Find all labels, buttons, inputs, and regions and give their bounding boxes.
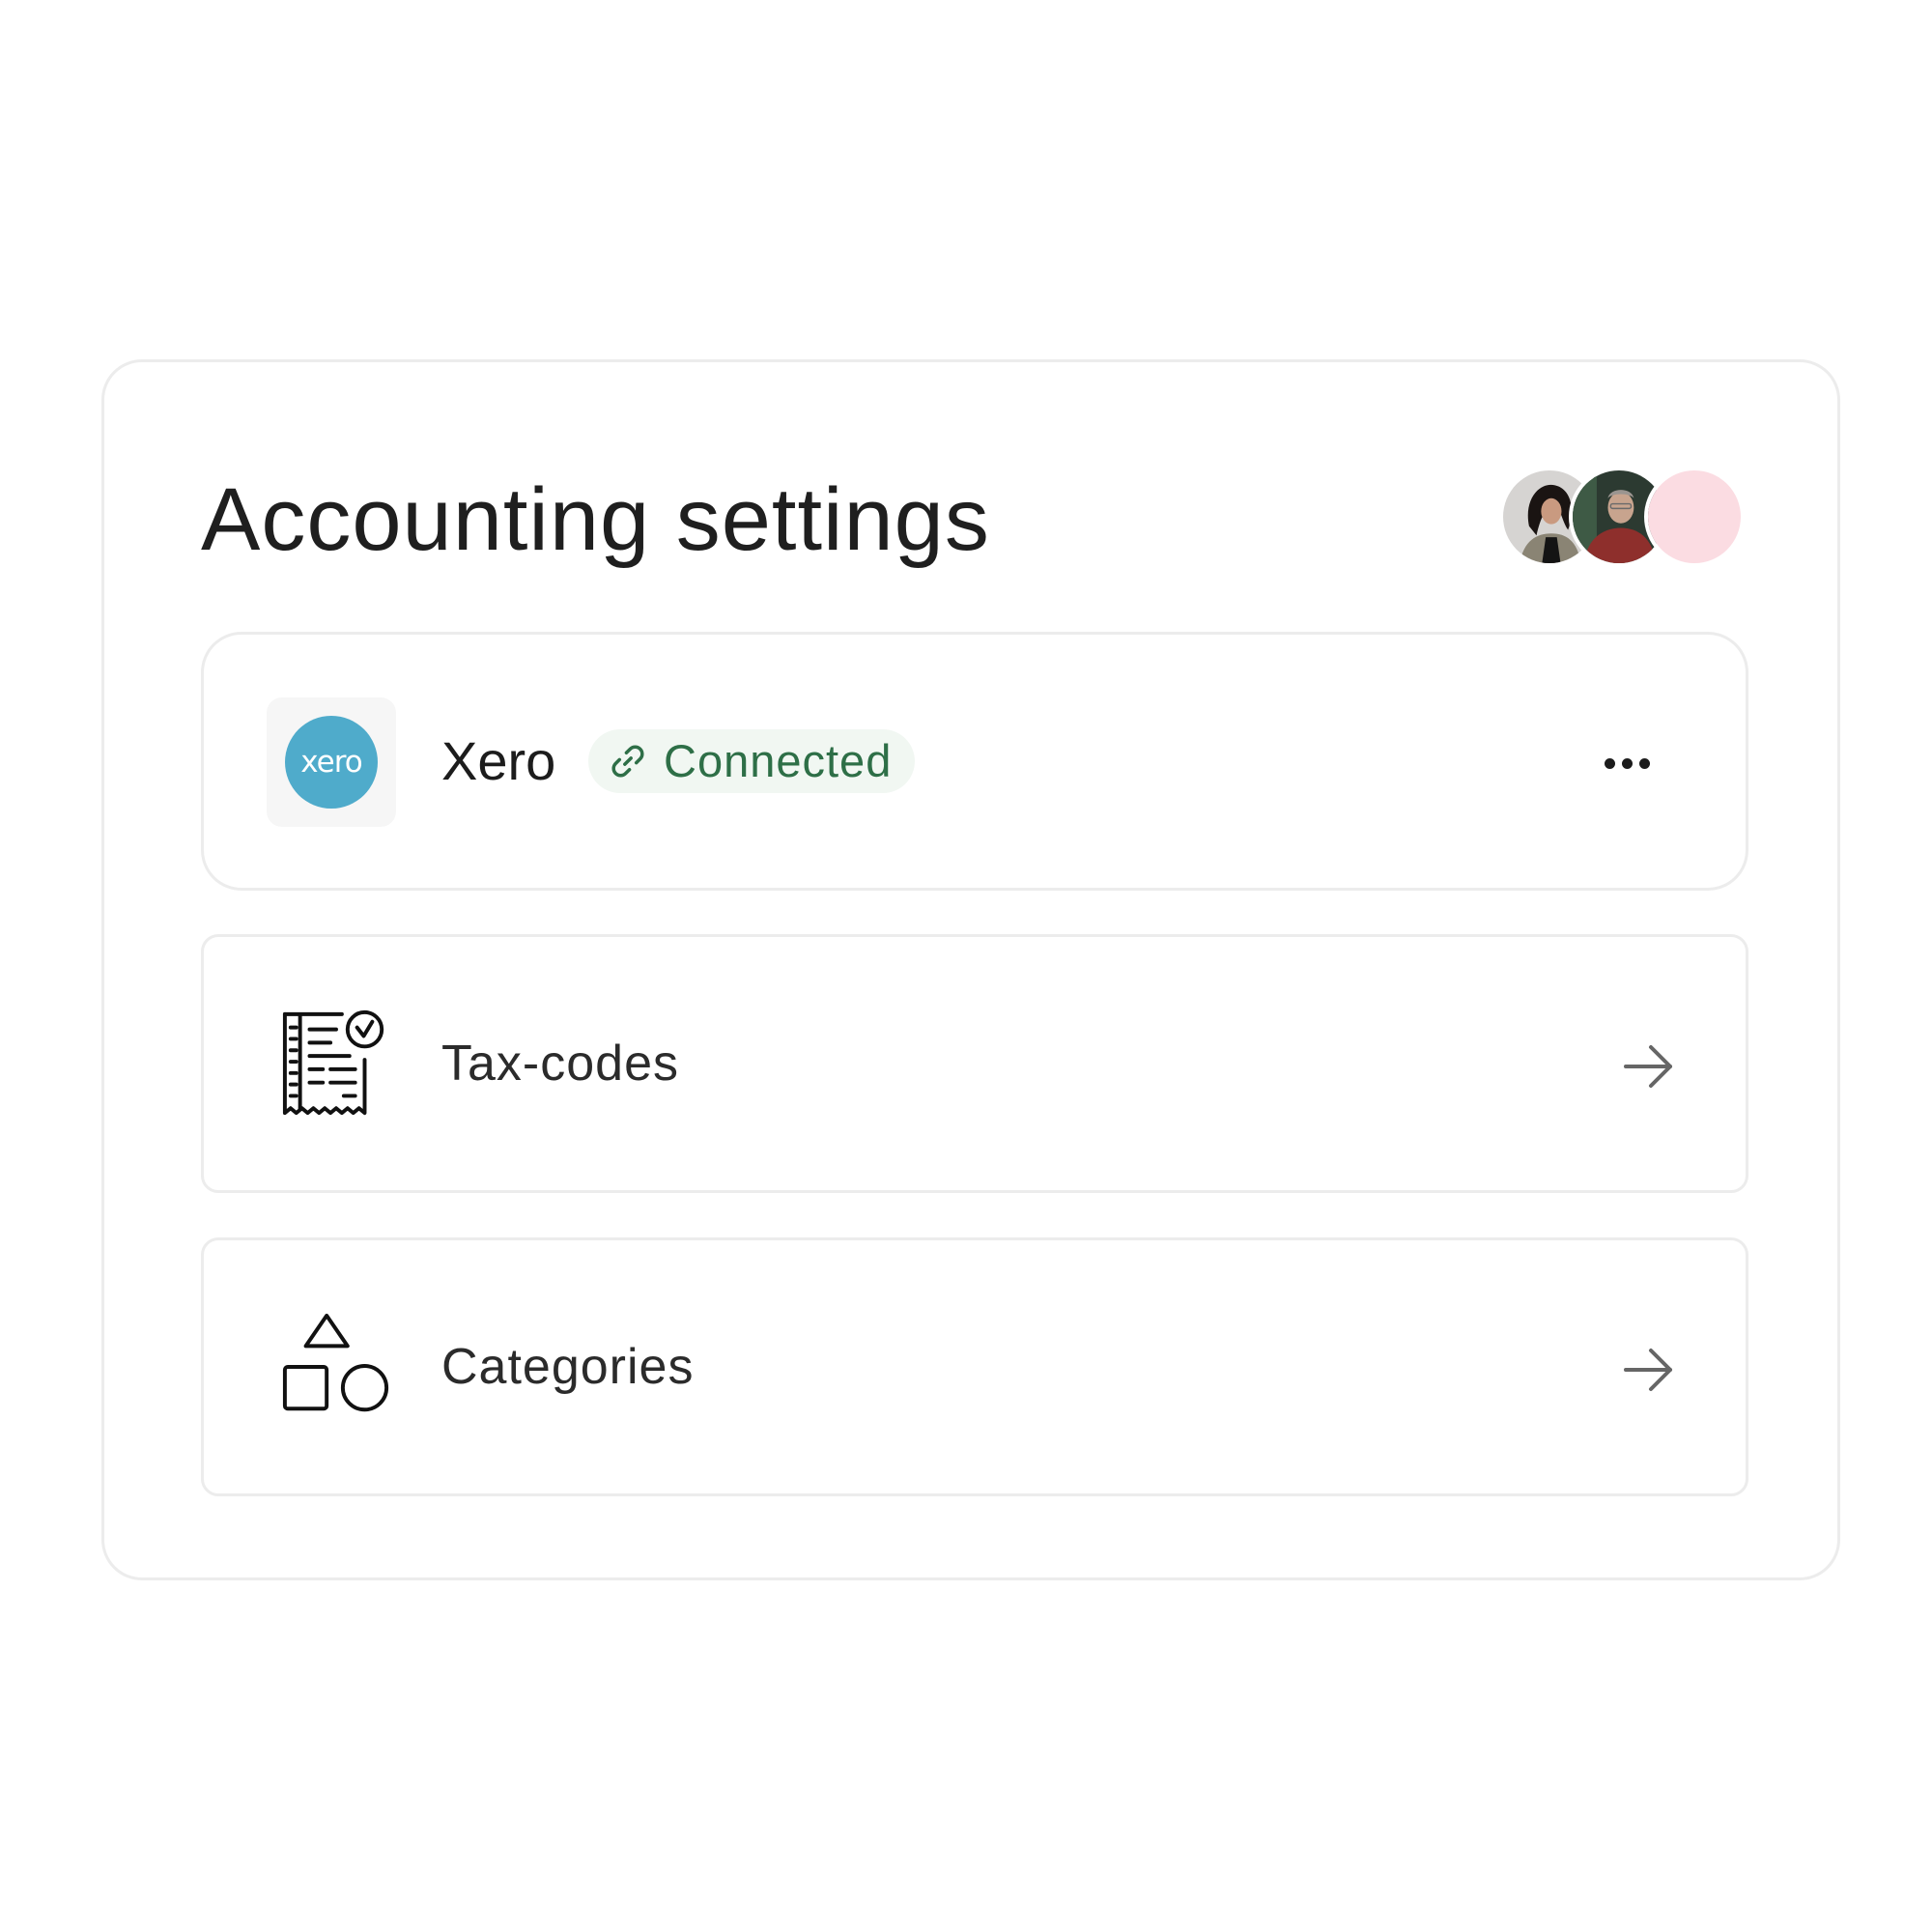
- more-dot: [1638, 757, 1650, 769]
- status-badge-label: Connected: [664, 735, 893, 786]
- settings-item-tax-codes[interactable]: Tax-codes: [201, 934, 1748, 1193]
- settings-item-label: Tax-codes: [441, 1036, 679, 1092]
- more-horizontal-icon: [1604, 757, 1615, 769]
- avatar-placeholder-icon: [1648, 470, 1741, 563]
- status-badge: Connected: [588, 729, 916, 793]
- avatar-group[interactable]: [1499, 467, 1750, 567]
- page-title: Accounting settings: [201, 470, 990, 569]
- arrow-right-icon[interactable]: [1620, 1037, 1678, 1095]
- settings-item-label: Categories: [441, 1339, 695, 1395]
- more-options-button[interactable]: [1593, 739, 1661, 787]
- xero-logo-icon: xero: [285, 716, 378, 809]
- more-dot: [1621, 757, 1633, 769]
- arrow-right-icon[interactable]: [1620, 1341, 1678, 1399]
- settings-item-categories[interactable]: Categories: [201, 1237, 1748, 1496]
- xero-logo-tile: xero: [267, 697, 396, 827]
- shapes-icon: [279, 1310, 393, 1424]
- receipt-check-icon: [279, 1007, 393, 1121]
- integration-row-xero[interactable]: xero Xero Connected: [201, 632, 1748, 891]
- integration-name: Xero: [441, 730, 556, 791]
- link-icon: [611, 745, 644, 778]
- accounting-settings-panel: Accounting settings xero Xero Connected …: [101, 359, 1840, 1580]
- avatar-user-3[interactable]: [1644, 467, 1745, 567]
